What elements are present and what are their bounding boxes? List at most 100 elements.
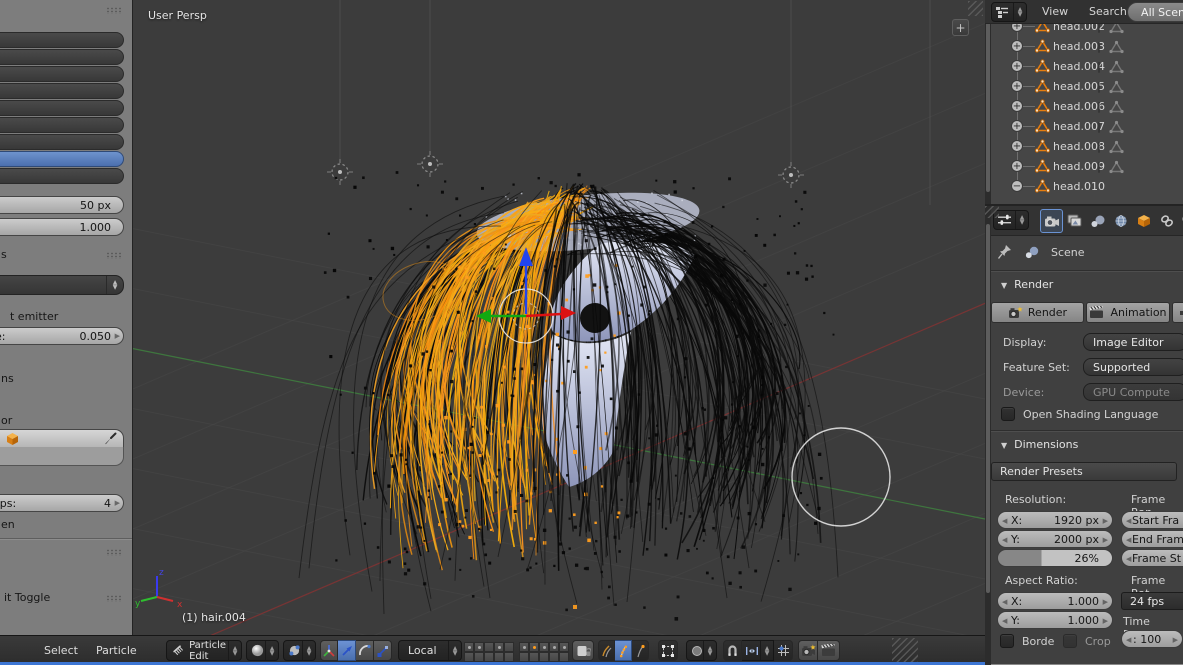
context-name[interactable]: Scene: [1051, 246, 1085, 259]
tab-scene[interactable]: [1086, 209, 1109, 233]
brush-list-item-3[interactable]: [0, 66, 124, 82]
pivot-point-dropdown[interactable]: [283, 640, 316, 661]
expand-icon[interactable]: [1011, 120, 1023, 132]
rotate-manipulator-button[interactable]: [356, 640, 374, 661]
render-still-button[interactable]: Render: [991, 302, 1084, 323]
mesh-data-icon-dim[interactable]: [1109, 60, 1124, 74]
collapse-icon[interactable]: [1011, 180, 1023, 192]
edit-toggle-panel-header[interactable]: it Toggle: [4, 591, 50, 604]
brush-list-item-7[interactable]: [0, 134, 124, 150]
mode-dropdown[interactable]: Particle Edit: [166, 640, 242, 662]
editor-type-dropdown[interactable]: [991, 2, 1027, 22]
aspect-x-stepper[interactable]: X: 1.000: [997, 592, 1113, 610]
time-remap-stepper[interactable]: : 100: [1121, 630, 1183, 648]
arrow-right-icon[interactable]: [1103, 536, 1108, 544]
select-menu[interactable]: Select: [44, 644, 78, 657]
arrow-left-icon[interactable]: [1002, 617, 1007, 625]
expand-icon[interactable]: [1011, 60, 1023, 72]
osl-checkbox[interactable]: [1001, 407, 1015, 421]
outliner-item-label[interactable]: head.010: [1053, 180, 1105, 193]
outliner-search-menu[interactable]: Search: [1089, 5, 1127, 18]
panel-grip[interactable]: [106, 252, 123, 259]
outliner-row[interactable]: head.008: [985, 136, 1183, 156]
layer-cell[interactable]: [539, 652, 549, 662]
object-picker-subrow[interactable]: [0, 447, 124, 466]
area-corner-handle[interactable]: [968, 1, 983, 16]
render-animation-button[interactable]: Animation: [1086, 302, 1170, 323]
layer-cell[interactable]: [519, 642, 529, 652]
outliner-row[interactable]: head.009: [985, 156, 1183, 176]
layers-group-1[interactable]: [464, 642, 514, 662]
brush-strength-slider[interactable]: : 1.000: [0, 218, 124, 236]
outliner-row[interactable]: head.003: [985, 36, 1183, 56]
panel-grip[interactable]: [106, 595, 123, 602]
tab-constraints[interactable]: [1155, 209, 1178, 233]
brush-list-item-1[interactable]: [0, 32, 124, 48]
layer-cell[interactable]: [464, 652, 474, 662]
render-audio-button[interactable]: [1172, 302, 1183, 323]
snap-element-dropdown[interactable]: [742, 640, 774, 661]
resolution-x-stepper[interactable]: X: 1920 px: [997, 511, 1113, 529]
stepper-arrows-icon[interactable]: [106, 276, 123, 294]
layer-cell[interactable]: [559, 642, 569, 652]
brush-list-item-2[interactable]: [0, 49, 124, 65]
layer-cell[interactable]: [549, 642, 559, 652]
snap-toggle-button[interactable]: [723, 640, 742, 661]
dimensions-panel-header[interactable]: Dimensions: [1001, 438, 1078, 451]
aspect-y-stepper[interactable]: Y: 1.000: [997, 611, 1113, 629]
arrow-left-icon[interactable]: [1002, 517, 1007, 525]
select-mode-path-button[interactable]: [598, 640, 615, 661]
translate-manipulator-button[interactable]: [338, 640, 356, 661]
3d-viewport[interactable]: y x z User Persp (1) hair.004: [133, 0, 985, 635]
layer-cell[interactable]: [494, 652, 504, 662]
arrow-left-icon[interactable]: [1002, 536, 1007, 544]
particle-menu[interactable]: Particle: [96, 644, 137, 657]
frame-rate-dropdown[interactable]: 24 fps: [1121, 592, 1183, 610]
arrow-right-icon[interactable]: [1103, 617, 1108, 625]
layer-cell[interactable]: [539, 642, 549, 652]
render-presets-dropdown[interactable]: Render Presets: [991, 462, 1177, 481]
properties-scrollbar[interactable]: [985, 206, 991, 665]
snap-target-button[interactable]: [774, 640, 793, 661]
layer-cell[interactable]: [529, 642, 539, 652]
device-dropdown[interactable]: GPU Compute: [1083, 383, 1183, 401]
expand-icon[interactable]: [1011, 80, 1023, 92]
arrow-left-icon[interactable]: [1126, 555, 1131, 563]
panel-grip[interactable]: [106, 7, 123, 14]
mesh-data-icon-dim[interactable]: [1109, 40, 1124, 54]
layer-cell[interactable]: [504, 642, 514, 652]
resolution-y-stepper[interactable]: Y: 2000 px: [997, 530, 1113, 548]
expand-icon[interactable]: [1011, 40, 1023, 52]
manipulator-toggle-button[interactable]: [320, 640, 338, 661]
arrow-right-icon[interactable]: [1103, 598, 1108, 606]
transform-orientation-dropdown[interactable]: Local: [398, 640, 462, 661]
layer-cell[interactable]: [464, 642, 474, 652]
tab-world[interactable]: [1109, 209, 1132, 233]
outliner-row[interactable]: head.010: [985, 176, 1183, 196]
object-picker-field[interactable]: [0, 429, 124, 448]
end-frame-stepper[interactable]: End Fram: [1121, 530, 1183, 548]
arrow-left-icon[interactable]: [1126, 636, 1131, 644]
empty-objects[interactable]: [327, 0, 931, 205]
tab-render[interactable]: [1040, 209, 1063, 233]
layer-cell[interactable]: [559, 652, 569, 662]
mesh-data-icon-dim[interactable]: [1109, 100, 1124, 114]
border-checkbox[interactable]: [1000, 634, 1014, 648]
outliner-row[interactable]: head.005: [985, 76, 1183, 96]
mesh-data-icon-dim[interactable]: [1109, 160, 1124, 174]
outliner-view-menu[interactable]: View: [1042, 5, 1068, 18]
mesh-data-icon-dim[interactable]: [1109, 140, 1124, 154]
brush-list-item-9[interactable]: [0, 168, 124, 184]
brush-list-item-selected[interactable]: [0, 151, 124, 167]
steps-stepper[interactable]: eps: 4: [0, 494, 124, 512]
arrow-left-icon[interactable]: [1126, 517, 1131, 525]
area-corner-handle[interactable]: [892, 638, 918, 664]
scale-manipulator-button[interactable]: [374, 640, 392, 661]
layer-cell[interactable]: [504, 652, 514, 662]
frame-step-stepper[interactable]: Frame St: [1121, 549, 1183, 567]
layer-cell[interactable]: [549, 652, 559, 662]
expand-icon[interactable]: [1011, 100, 1023, 112]
render-animation-button[interactable]: [818, 640, 840, 661]
brush-cursor[interactable]: [791, 427, 891, 527]
layer-cell[interactable]: [529, 652, 539, 662]
